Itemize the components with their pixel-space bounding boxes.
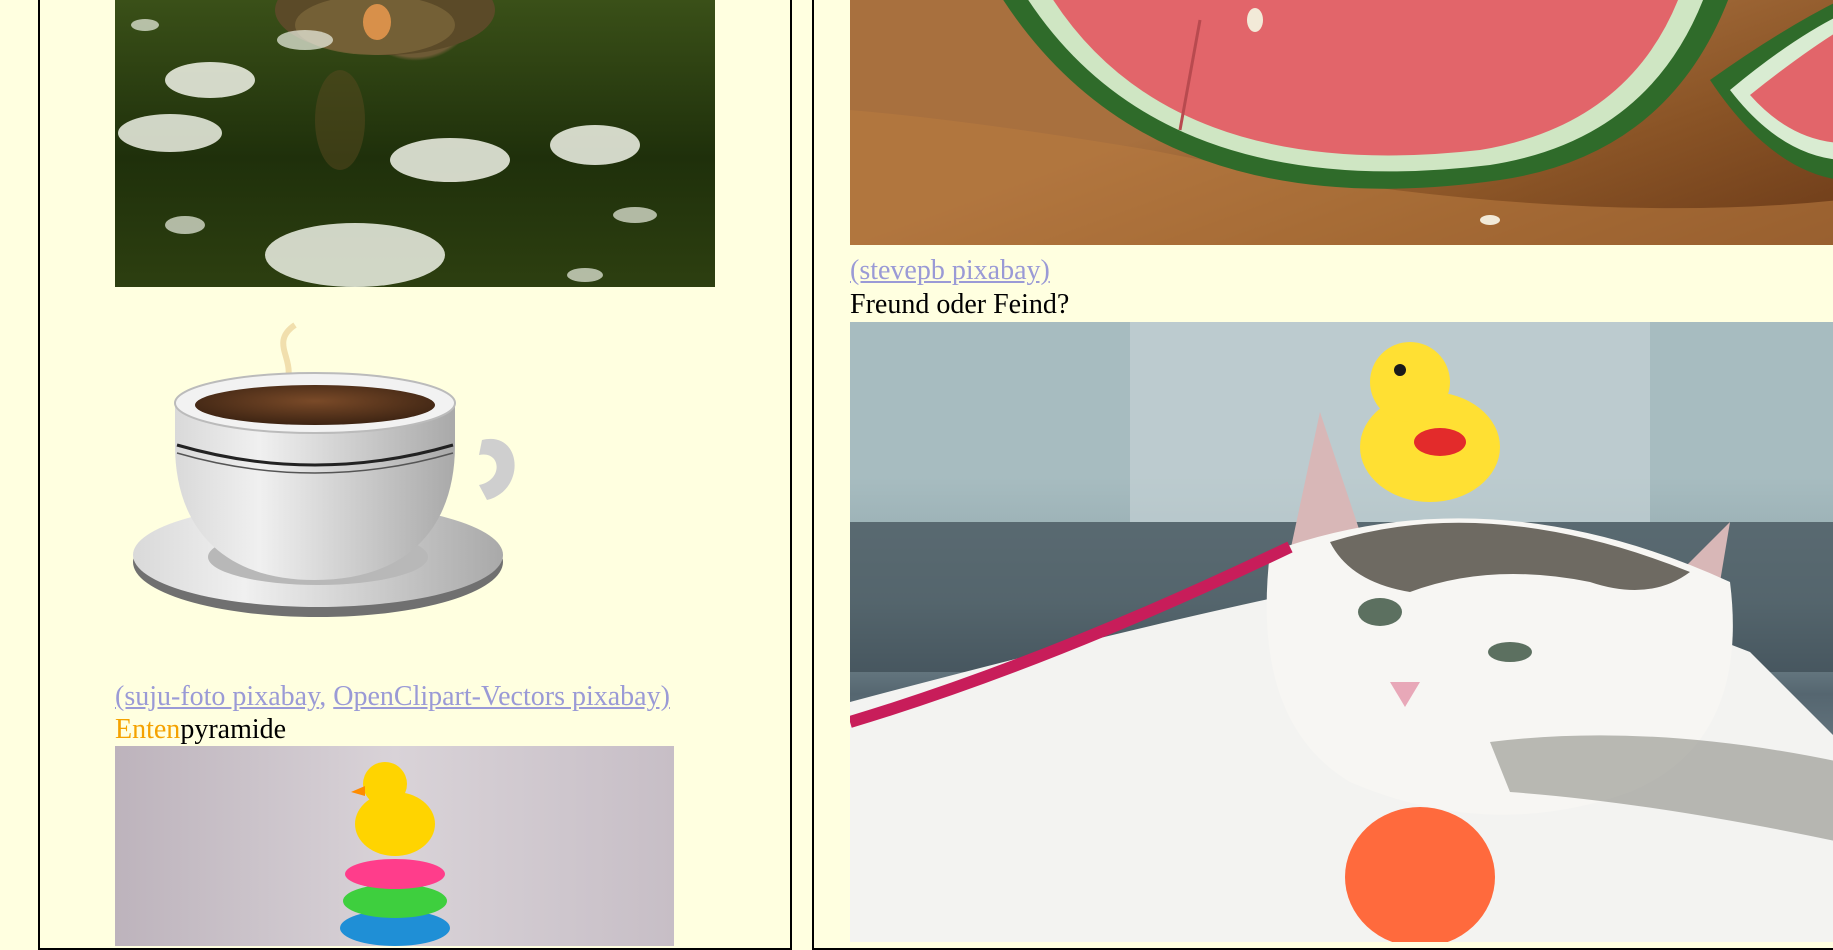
caption-rest: pyramide	[180, 714, 287, 745]
duck-pyramid-illustration	[340, 762, 450, 946]
duck-in-water-illustration	[118, 0, 657, 287]
left-image-credits: (suju-foto pixabay, OpenClipart-Vectors …	[115, 681, 670, 713]
watermelon-illustration	[850, 0, 1833, 245]
credit-link-openclipart[interactable]: OpenClipart-Vectors pixabay)	[333, 681, 670, 712]
coffee-cup-illustration	[133, 322, 515, 617]
watermelon-photo	[850, 0, 1833, 245]
right-image-credits: (stevepb pixabay)	[850, 255, 1050, 287]
cat-with-rubber-duck-photo	[850, 322, 1833, 942]
credit-separator: ,	[319, 681, 327, 712]
left-caption: Entenpyramide	[115, 714, 286, 746]
caption-accent: Enten	[115, 714, 181, 745]
duck-in-water-photo	[115, 0, 715, 287]
right-caption: Freund oder Feind?	[850, 289, 1070, 320]
cat-illustration	[850, 322, 1833, 942]
credit-link-stevepb[interactable]: (stevepb pixabay)	[850, 255, 1050, 286]
duck-pyramid-photo	[115, 746, 674, 946]
credit-link-suju-foto[interactable]: (suju-foto pixabay	[115, 681, 319, 712]
coffee-cup-clipart	[115, 295, 535, 645]
